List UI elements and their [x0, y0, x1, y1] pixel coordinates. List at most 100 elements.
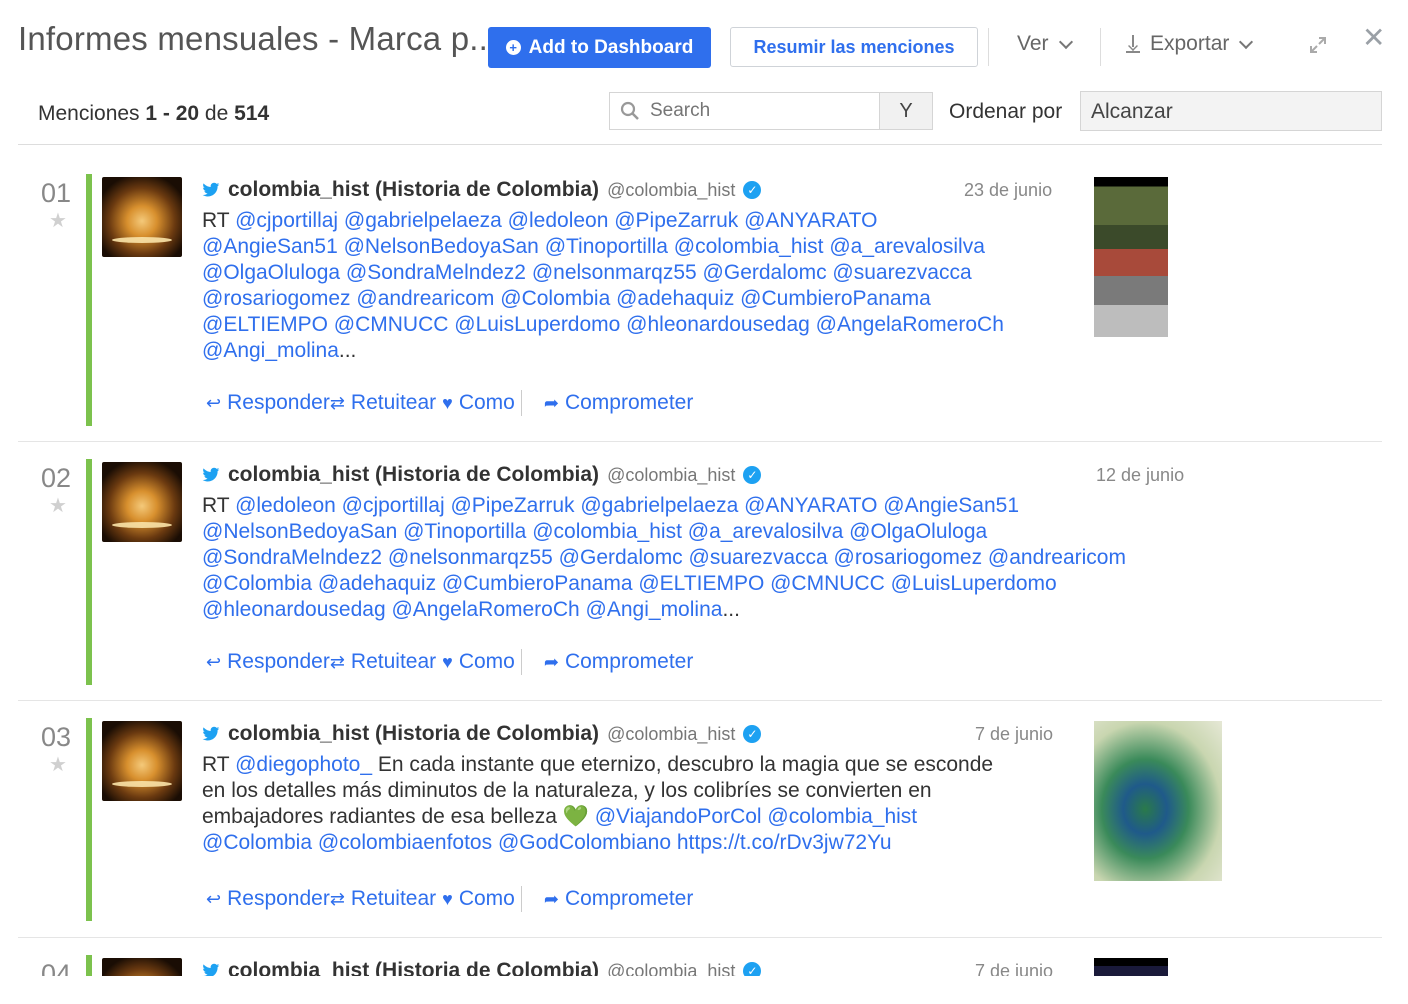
mention-header: colombia_hist (Historia de Colombia) @co… — [202, 463, 762, 487]
like-label: Como — [458, 650, 515, 673]
mention-number: 01 — [41, 178, 72, 208]
reply-icon: ↩ — [206, 651, 222, 672]
mention-link[interactable]: @rosariogomez @andrearicom @Colombia @ad… — [202, 287, 931, 310]
sentiment-bar — [86, 955, 92, 976]
count-prefix: Menciones — [38, 102, 146, 125]
text-span: En cada instante que eternizo, descubro … — [372, 753, 994, 776]
mention-text: RT @cjportillaj @gabrielpelaeza @ledoleo… — [202, 208, 1082, 364]
mention-link[interactable]: @hleonardousedag @AngelaRomeroCh @Angi_m… — [202, 598, 722, 621]
retweet-icon: ⇄ — [329, 651, 345, 672]
like-label: Como — [458, 391, 515, 414]
share-icon: ➦ — [543, 392, 559, 413]
avatar[interactable] — [102, 721, 182, 801]
retweet-button[interactable]: ⇄ Retuitear — [330, 391, 436, 415]
mention-link[interactable]: @NelsonBedoyaSan @Tinoportilla @colombia… — [202, 520, 987, 543]
mention-link[interactable]: @OlgaOluloga @SondraMelndez2 @nelsonmarq… — [202, 261, 972, 284]
mention-image[interactable] — [1094, 721, 1222, 881]
mention-link[interactable]: @ELTIEMPO @CMNUCC @LuisLuperdomo @hleona… — [202, 313, 1004, 336]
retweet-button[interactable]: ⇄ Retuitear — [330, 650, 436, 674]
mention-link[interactable]: @ViajandoPorCol @colombia_hist — [595, 805, 917, 828]
share-icon: ➦ — [543, 651, 559, 672]
search-submit-button[interactable]: Y — [879, 92, 933, 130]
like-button[interactable]: ♥ Como — [442, 887, 515, 911]
twitter-icon — [202, 963, 220, 976]
mentions-count: Menciones 1 - 20 de 514 — [38, 102, 269, 126]
mention-image[interactable] — [1094, 177, 1168, 337]
verified-icon: ✓ — [743, 725, 762, 743]
text-span: ... — [338, 339, 357, 362]
sort-select[interactable]: Alcanzar — [1080, 91, 1382, 131]
text-line: @OlgaOluloga @SondraMelndez2 @nelsonmarq… — [202, 260, 1082, 286]
report-header: Informes mensuales - Marca p... + Add to… — [0, 0, 1408, 80]
text-line: RT @cjportillaj @gabrielpelaeza @ledoleo… — [202, 208, 1082, 234]
mention-link[interactable]: @Colombia @colombiaenfotos @GodColombian… — [202, 831, 892, 854]
mention-date: 12 de junio — [1096, 465, 1185, 485]
add-to-dashboard-label: Add to Dashboard — [528, 36, 694, 58]
like-button[interactable]: ♥ Como — [442, 391, 515, 415]
mention-item: 04 colombia_hist (Historia de Colombia) … — [18, 941, 1382, 976]
mention-link[interactable]: @cjportillaj @gabrielpelaeza @ledoleon @… — [235, 209, 877, 232]
author-name[interactable]: colombia_hist (Historia de Colombia) — [228, 178, 599, 202]
report-title: Informes mensuales - Marca p... — [18, 20, 498, 57]
sentiment-bar — [86, 459, 92, 685]
star-icon[interactable]: ★ — [49, 208, 67, 233]
text-line: RT @ledoleon @cjportillaj @PipeZarruk @g… — [202, 493, 1212, 519]
chevron-down-icon — [1239, 34, 1254, 49]
text-line: embajadores radiantes de esa belleza 💚 @… — [202, 804, 1082, 830]
search-container — [609, 92, 880, 130]
author-name[interactable]: colombia_hist (Historia de Colombia) — [228, 722, 599, 746]
retweet-label: Retuitear — [350, 391, 437, 414]
verified-icon: ✓ — [743, 181, 762, 199]
reply-button[interactable]: ↩ Responder — [206, 887, 330, 911]
text-line: @ELTIEMPO @CMNUCC @LuisLuperdomo @hleona… — [202, 312, 1082, 338]
mention-link[interactable]: @Angi_molina — [202, 339, 339, 362]
author-name[interactable]: colombia_hist (Historia de Colombia) — [228, 959, 599, 976]
avatar[interactable] — [102, 177, 182, 257]
mention-link[interactable]: @ledoleon @cjportillaj @PipeZarruk @gabr… — [235, 494, 1019, 517]
search-input[interactable] — [650, 100, 860, 122]
text-line: @Colombia @colombiaenfotos @GodColombian… — [202, 830, 1082, 856]
mention-link[interactable]: @AngieSan51 @NelsonBedoyaSan @Tinoportil… — [202, 235, 985, 258]
export-menu[interactable]: Exportar — [1124, 32, 1254, 56]
engage-button[interactable]: ➦ Comprometer — [544, 650, 693, 674]
plus-circle-icon: + — [505, 40, 521, 55]
add-to-dashboard-button[interactable]: + Add to Dashboard — [488, 27, 711, 68]
avatar[interactable] — [102, 958, 182, 976]
text-line: @rosariogomez @andrearicom @Colombia @ad… — [202, 286, 1082, 312]
reply-label: Responder — [227, 391, 330, 414]
retweet-button[interactable]: ⇄ Retuitear — [330, 887, 436, 911]
expand-icon[interactable] — [1309, 36, 1327, 54]
retweet-icon: ⇄ — [329, 888, 345, 909]
author-name[interactable]: colombia_hist (Historia de Colombia) — [228, 463, 599, 487]
author-handle: @colombia_hist — [607, 960, 736, 977]
mention-link[interactable]: @diegophoto_ — [235, 753, 372, 776]
reply-button[interactable]: ↩ Responder — [206, 391, 330, 415]
header-divider — [988, 28, 989, 66]
text-span: RT — [202, 753, 236, 776]
author-handle: @colombia_hist — [607, 464, 736, 485]
header-divider — [1100, 28, 1101, 66]
mention-header: colombia_hist (Historia de Colombia) @co… — [202, 959, 762, 977]
verified-icon: ✓ — [743, 962, 762, 976]
star-icon[interactable]: ★ — [49, 752, 67, 777]
mention-link[interactable]: @SondraMelndez2 @nelsonmarqz55 @Gerdalom… — [202, 546, 1126, 569]
close-icon[interactable]: ✕ — [1362, 24, 1385, 52]
mention-image[interactable] — [1094, 958, 1168, 976]
heart-icon: ♥ — [442, 651, 453, 672]
view-menu[interactable]: Ver — [1017, 32, 1073, 56]
count-mid: de — [199, 102, 235, 125]
avatar[interactable] — [102, 462, 182, 542]
engage-label: Comprometer — [564, 650, 694, 673]
star-icon[interactable]: ★ — [49, 493, 67, 518]
mention-date: 23 de junio — [964, 180, 1053, 200]
like-button[interactable]: ♥ Como — [442, 650, 515, 674]
reply-button[interactable]: ↩ Responder — [206, 650, 330, 674]
text-span: RT — [202, 209, 236, 232]
summarize-mentions-button[interactable]: Resumir las menciones — [730, 27, 978, 67]
retweet-label: Retuitear — [350, 650, 437, 673]
mention-link[interactable]: @Colombia @adehaquiz @CumbieroPanama @EL… — [202, 572, 1057, 595]
engage-button[interactable]: ➦ Comprometer — [544, 887, 693, 911]
divider — [18, 144, 1382, 145]
heart-icon: ♥ — [442, 392, 453, 413]
engage-button[interactable]: ➦ Comprometer — [544, 391, 693, 415]
